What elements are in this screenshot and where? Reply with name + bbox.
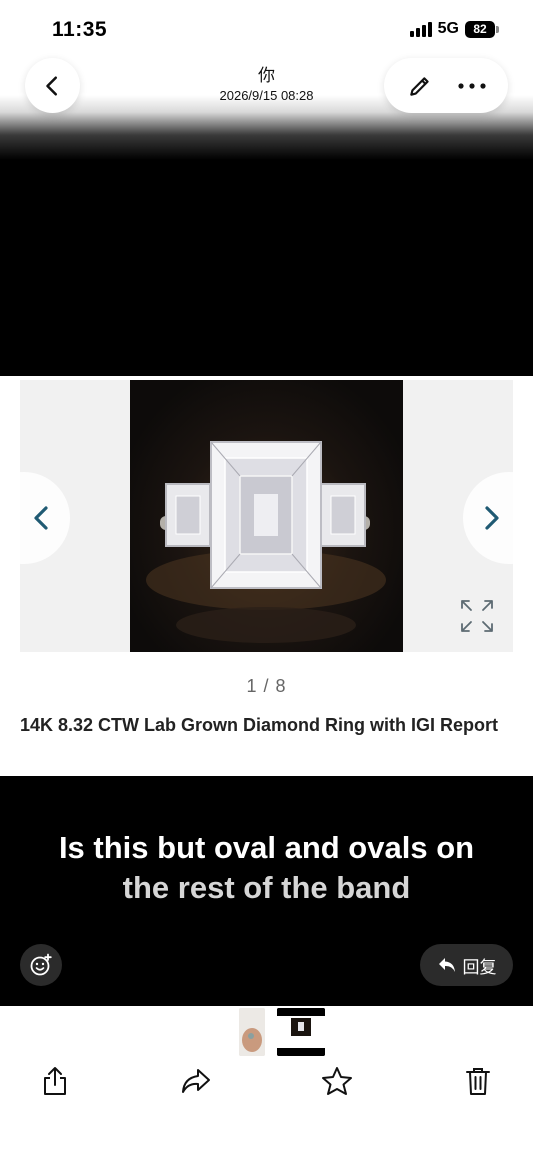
edit-button[interactable]: [400, 66, 440, 106]
battery-icon: 82: [465, 20, 499, 38]
thumbnail-item[interactable]: [238, 1008, 265, 1056]
thumbnail-item-selected[interactable]: [276, 1008, 325, 1056]
forward-button[interactable]: [179, 1064, 213, 1098]
header-actions: [384, 58, 508, 113]
caption-line-1: Is this but oval and ovals on: [58, 830, 475, 865]
more-icon: [458, 82, 486, 89]
share-button[interactable]: [38, 1064, 72, 1098]
emoji-reaction-button[interactable]: [20, 944, 62, 986]
ring-image: [130, 380, 403, 652]
chevron-left-icon: [34, 506, 48, 530]
reply-button[interactable]: 回复: [420, 944, 513, 986]
bottom-toolbar: [0, 1064, 533, 1098]
share-icon: [44, 1067, 66, 1095]
product-title: 14K 8.32 CTW Lab Grown Diamond Ring with…: [20, 715, 499, 735]
delete-button[interactable]: [461, 1064, 495, 1098]
more-button[interactable]: [452, 66, 492, 106]
network-type: 5G: [437, 20, 459, 37]
status-indicators: 5G 82: [409, 20, 499, 38]
gallery-next-button[interactable]: [463, 472, 513, 564]
status-time: 11:35: [52, 18, 108, 41]
bottom-panel: [0, 1006, 533, 1153]
chevron-right-icon: [485, 506, 499, 530]
product-gallery: [20, 380, 513, 652]
emoji-add-icon: [30, 953, 52, 976]
favorite-button[interactable]: [320, 1064, 354, 1098]
thumbnail-strip: [0, 1008, 533, 1056]
forward-icon: [182, 1069, 210, 1093]
shared-screenshot[interactable]: 1 / 8 14K 8.32 CTW Lab Grown Diamond Rin…: [0, 376, 533, 776]
expand-icon[interactable]: [459, 598, 495, 634]
star-icon: [322, 1067, 352, 1095]
pencil-icon: [410, 76, 429, 96]
battery-level: 82: [465, 20, 495, 38]
reply-label: 回复: [462, 957, 497, 977]
signal-icon: [409, 21, 432, 37]
image-caption: Is this but oval and ovals on the rest o…: [0, 828, 533, 908]
reply-arrow-icon: [438, 958, 455, 972]
gallery-prev-button[interactable]: [20, 472, 70, 564]
gallery-counter: 1 / 8: [246, 676, 287, 696]
caption-line-2: the rest of the band: [122, 870, 411, 905]
trash-icon: [466, 1068, 490, 1095]
